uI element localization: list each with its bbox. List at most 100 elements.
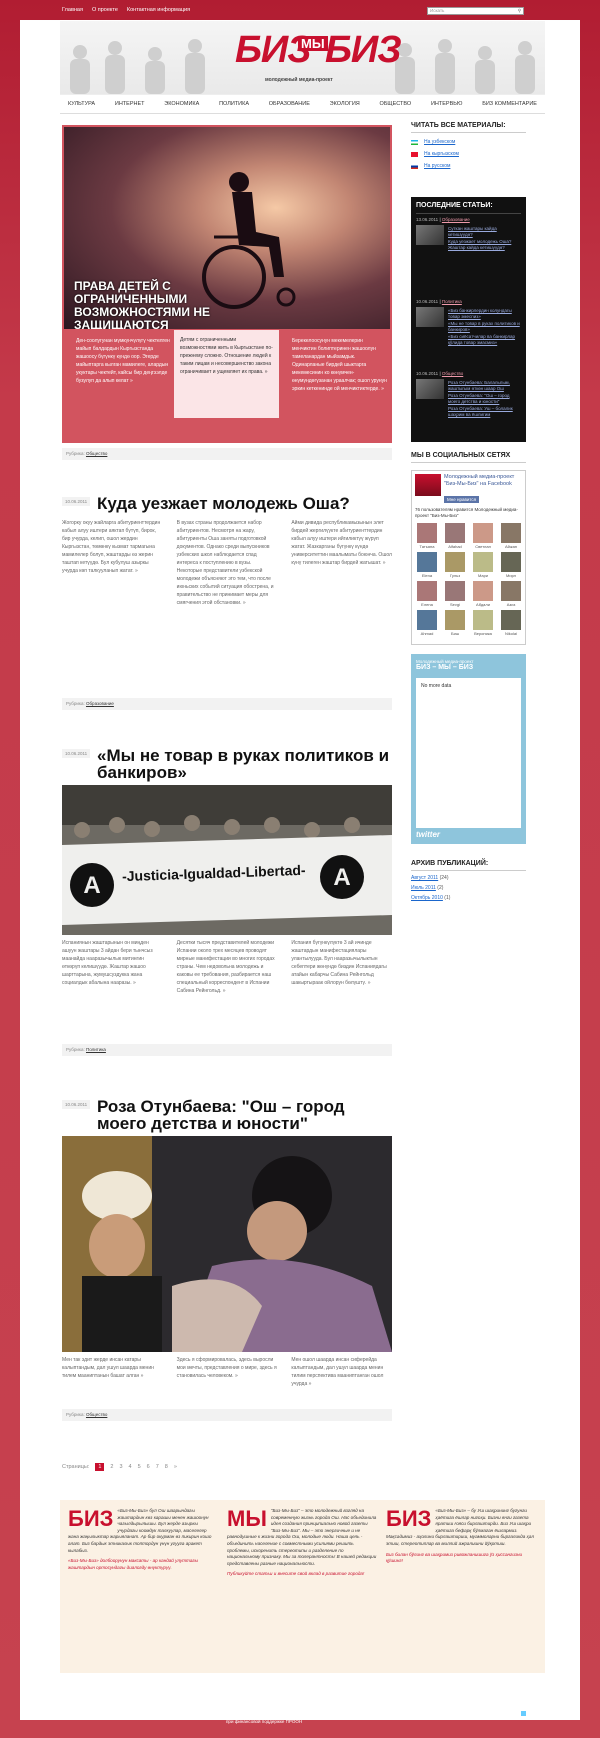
fb-fan[interactable]: Абдали <box>471 581 495 607</box>
site-logo[interactable]: БИЗ МЫ БИЗ <box>235 31 402 69</box>
fb-fan-avatar[interactable] <box>417 581 437 601</box>
fb-fan[interactable]: Sevgi <box>443 581 467 607</box>
fb-fan[interactable]: Ahmad <box>415 610 439 636</box>
latest-link[interactable]: Жаштар кайда кетишүүдө? <box>448 245 521 252</box>
fb-fan-avatar[interactable] <box>417 523 437 543</box>
article-title[interactable]: Роза Отунбаева: "Ош – город моего детств… <box>97 1098 362 1132</box>
latest-thumbnail[interactable] <box>416 307 444 327</box>
fb-fan[interactable]: Nikolai <box>499 610 523 636</box>
nav-ecology[interactable]: ЭКОЛОГИЯ <box>330 101 360 107</box>
fb-fan-avatar[interactable] <box>445 610 465 630</box>
latest-thumbnail[interactable] <box>416 225 444 245</box>
article-text-uz: Испания бүгүнкүлүктө 3 ай ичинде жаштард… <box>291 940 387 986</box>
fb-page-avatar[interactable] <box>415 474 441 496</box>
latest-category[interactable]: Общество <box>442 371 463 376</box>
fb-fan[interactable]: Татьяна <box>415 523 439 549</box>
fb-fan-avatar[interactable] <box>501 552 521 572</box>
fb-fan-avatar[interactable] <box>501 523 521 543</box>
protest-photo[interactable]: A A <box>62 785 392 935</box>
nav-culture[interactable]: КУЛЬТУРА <box>68 101 95 107</box>
page-4[interactable]: 4 <box>129 1464 132 1470</box>
meta-category-link[interactable]: Общество <box>86 1412 107 1417</box>
archive-link[interactable]: Июль 2011 <box>411 885 436 891</box>
fb-fan[interactable]: Alfahad <box>443 523 467 549</box>
article-title[interactable]: «Мы не товар в руках политиков и банкиро… <box>97 747 392 781</box>
article-columns: Мен так эдит жерде инсан катары калыптан… <box>62 1356 392 1388</box>
meta-category-link[interactable]: Образование <box>86 701 114 706</box>
archive-link[interactable]: Август 2011 <box>411 875 438 881</box>
fb-fan[interactable]: Вероника <box>471 610 495 636</box>
nav-economy[interactable]: ЭКОНОМИКА <box>164 101 199 107</box>
top-nav-about[interactable]: О проекте <box>92 7 118 13</box>
nav-comments[interactable]: БИЗ КОММЕНТАРИЕ <box>482 101 537 107</box>
page-1[interactable]: 1 <box>95 1463 105 1471</box>
search-icon[interactable]: ⚲ <box>518 8 521 14</box>
page-5[interactable]: 5 <box>138 1464 141 1470</box>
fb-fan[interactable]: Мари <box>471 552 495 578</box>
fb-page-name[interactable]: Молодежный медиа-проект "Биз-Мы-Биз" на … <box>444 474 522 488</box>
latest-link[interactable]: Суткан жаштары кайда кетишүүдө? <box>448 226 521 239</box>
fb-fan[interactable]: Мирл <box>499 552 523 578</box>
twitter-feed: No more data <box>416 678 521 828</box>
top-nav-home[interactable]: Главная <box>62 7 83 13</box>
latest-link[interactable]: Роза Отунбаева: Уш – болалик шаҳрим ва ё… <box>448 406 521 419</box>
page-3[interactable]: 3 <box>119 1464 122 1470</box>
nav-education[interactable]: ОБРАЗОВАНИЕ <box>269 101 310 107</box>
nav-politics[interactable]: ПОЛИТИКА <box>219 101 249 107</box>
featured-image[interactable]: ПРАВА ДЕТЕЙ С ОГРАНИЧЕННЫМИ ВОЗМОЖНОСТЯМ… <box>64 127 390 329</box>
archive-item[interactable]: Октябрь 2010 (1) <box>411 895 526 901</box>
featured-article[interactable]: ПРАВА ДЕТЕЙ С ОГРАНИЧЕННЫМИ ВОЗМОЖНОСТЯМ… <box>62 125 392 443</box>
nav-internet[interactable]: ИНТЕРНЕТ <box>115 101 145 107</box>
fb-fan[interactable]: Азиз <box>499 581 523 607</box>
fb-fan[interactable]: Светлан <box>471 523 495 549</box>
fb-fan-avatar[interactable] <box>445 581 465 601</box>
fb-fan-avatar[interactable] <box>445 552 465 572</box>
fb-fan-avatar[interactable] <box>417 552 437 572</box>
fb-fan[interactable]: Биш <box>443 610 467 636</box>
fb-fan-avatar[interactable] <box>445 523 465 543</box>
fb-fan-avatar[interactable] <box>501 581 521 601</box>
top-nav-contacts[interactable]: Контактная информация <box>127 7 190 13</box>
search-input[interactable]: Искать ⚲ <box>427 7 524 15</box>
fb-fan-avatar[interactable] <box>417 610 437 630</box>
fb-fan-avatar[interactable] <box>473 523 493 543</box>
fb-fan-avatar[interactable] <box>501 610 521 630</box>
twitter-logo[interactable]: twitter <box>416 830 440 839</box>
twitter-title[interactable]: БИЗ – МЫ – БИЗ <box>416 664 521 671</box>
page-6[interactable]: 6 <box>147 1464 150 1470</box>
fb-fan[interactable]: Гульз <box>443 552 467 578</box>
nav-society[interactable]: ОБЩЕСТВО <box>380 101 412 107</box>
latest-link[interactable]: Роза Отунбаева: Балалыгым, жаштыгым өткө… <box>448 380 521 393</box>
archive-link[interactable]: Октябрь 2010 <box>411 895 443 901</box>
fb-fan-avatar[interactable] <box>473 581 493 601</box>
latest-thumbnail[interactable] <box>416 379 444 399</box>
page-8[interactable]: 8 <box>165 1464 168 1470</box>
latest-link[interactable]: «Мы не товар в руках политиков и банкиро… <box>448 321 521 334</box>
footer-partner-icon[interactable] <box>520 1710 527 1717</box>
archive-item[interactable]: Август 2011 (24) <box>411 875 526 881</box>
otunbaeva-photo[interactable] <box>62 1136 392 1352</box>
article-title[interactable]: Куда уезжает молодежь Оша? <box>97 495 350 512</box>
latest-category[interactable]: Политика <box>442 299 462 304</box>
page-next[interactable]: » <box>174 1464 177 1470</box>
latest-category[interactable]: Образование <box>442 217 470 222</box>
page-2[interactable]: 2 <box>110 1464 113 1470</box>
featured-title[interactable]: ПРАВА ДЕТЕЙ С ОГРАНИЧЕННЫМИ ВОЗМОЖНОСТЯМ… <box>74 280 214 330</box>
latest-link[interactable]: Роза Отунбаева: "Ош – город моего детств… <box>448 393 521 406</box>
fb-fan-avatar[interactable] <box>473 552 493 572</box>
fb-fan[interactable]: Elena <box>415 552 439 578</box>
fb-like-button[interactable]: Мне нравится <box>444 496 480 503</box>
meta-category-link[interactable]: Политика <box>86 1047 106 1052</box>
latest-link[interactable]: «Биз банкирлердин колундагы товар эмеспи… <box>448 308 521 321</box>
fb-fan-avatar[interactable] <box>473 610 493 630</box>
fb-fan[interactable]: Елена <box>415 581 439 607</box>
meta-category-link[interactable]: Общество <box>86 451 107 456</box>
page-7[interactable]: 7 <box>156 1464 159 1470</box>
lang-link-kyrgyz[interactable]: На кыргызском <box>411 151 526 157</box>
lang-link-uzbek[interactable]: На узбекском <box>411 139 526 145</box>
nav-interview[interactable]: ИНТЕРВЬЮ <box>431 101 462 107</box>
latest-link[interactable]: «Биз сиёсатчилар ва банкирлар қўлида тов… <box>448 334 521 347</box>
fb-fan[interactable]: Айжан <box>499 523 523 549</box>
archive-item[interactable]: Июль 2011 (2) <box>411 885 526 891</box>
lang-link-russian[interactable]: На русском <box>411 163 526 169</box>
